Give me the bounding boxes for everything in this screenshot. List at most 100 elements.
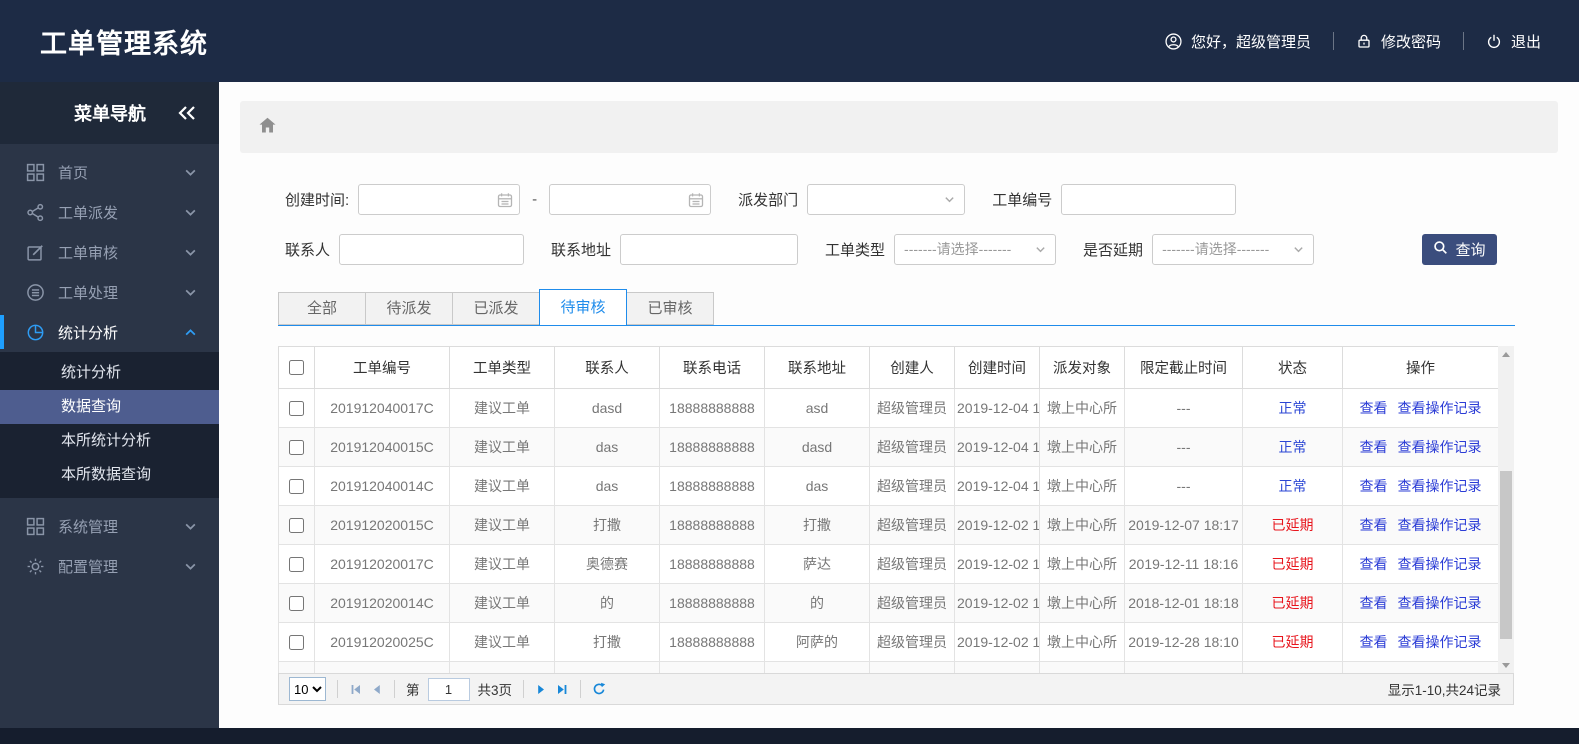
chevron-down-icon	[184, 246, 197, 259]
sidebar-item-4[interactable]: 统计分析	[0, 312, 219, 352]
view-link[interactable]: 查看	[1360, 478, 1388, 494]
view-link[interactable]: 查看	[1360, 634, 1388, 650]
cell-target: 墩上中心所	[1039, 388, 1125, 428]
sidebar-item-1[interactable]: 工单派发	[0, 192, 219, 232]
cell-order_no: 201912040017C	[314, 388, 450, 428]
page-prev-icon[interactable]	[370, 683, 383, 696]
row-checkbox[interactable]	[289, 440, 304, 456]
view-link[interactable]: 查看	[1360, 517, 1388, 533]
change-password-button[interactable]: 修改密码	[1356, 31, 1441, 52]
sidebar-subitem-1[interactable]: 数据查询	[0, 390, 219, 424]
view-log-link[interactable]: 查看操作记录	[1398, 634, 1482, 650]
cell-type: 建议工单	[449, 622, 555, 662]
order-no-label: 工单编号	[992, 191, 1053, 209]
create-time-end-field	[549, 183, 712, 215]
page-last-icon[interactable]	[556, 683, 569, 696]
cell-status: 已延期	[1242, 583, 1343, 623]
home-icon[interactable]	[258, 116, 277, 139]
sidebar-item-6[interactable]: 配置管理	[0, 546, 219, 586]
cell-address: das	[764, 466, 870, 506]
logout-button[interactable]: 退出	[1486, 31, 1541, 52]
tab-0[interactable]: 全部	[278, 292, 366, 325]
create-time-end-input[interactable]	[549, 183, 712, 215]
cell-status: 正常	[1242, 388, 1343, 428]
cell-address: 阿萨的	[764, 622, 870, 662]
sidebar-item-5[interactable]: 系统管理	[0, 506, 219, 546]
cell-phone: 18888888888	[659, 583, 765, 623]
cell-contact: 打撒	[554, 622, 660, 662]
cell-status: 已延期	[1242, 544, 1343, 584]
sidebar-item-0[interactable]: 首页	[0, 152, 219, 192]
row-checkbox[interactable]	[289, 401, 304, 417]
order-no-input[interactable]	[1061, 183, 1237, 215]
cell-target: 墩上中心所	[1039, 466, 1125, 506]
address-input[interactable]	[620, 233, 799, 265]
view-log-link[interactable]: 查看操作记录	[1398, 478, 1482, 494]
row-checkbox[interactable]	[289, 518, 304, 534]
date-range-separator: -	[532, 190, 538, 208]
header-actions: 您好，超级管理员 修改密码 退出	[1165, 31, 1541, 52]
sidebar-subitem-0[interactable]: 统计分析	[0, 356, 219, 390]
view-link[interactable]: 查看	[1360, 439, 1388, 455]
select-all-checkbox[interactable]	[289, 360, 304, 376]
column-header-0: 工单编号	[314, 346, 450, 389]
cell-target: 墩上中心所	[1039, 583, 1125, 623]
delay-select[interactable]: -------请选择-------	[1152, 233, 1315, 265]
column-header-2: 联系人	[554, 346, 660, 389]
status-badge: 正常	[1278, 478, 1307, 494]
view-link[interactable]: 查看	[1360, 595, 1388, 611]
create-time-start-input[interactable]	[358, 183, 521, 215]
contact-input[interactable]	[339, 233, 525, 265]
status-badge: 正常	[1278, 439, 1307, 455]
view-link[interactable]: 查看	[1360, 556, 1388, 572]
view-log-link[interactable]: 查看操作记录	[1398, 556, 1482, 572]
vertical-scrollbar[interactable]	[1498, 346, 1514, 673]
main-content: 创建时间: - 派发部门 工单编号 联系人 联系地址 工单类型 -------请…	[219, 82, 1579, 728]
user-greeting[interactable]: 您好，超级管理员	[1165, 31, 1311, 52]
scroll-up-icon[interactable]	[1498, 346, 1514, 362]
pager-divider	[580, 680, 582, 698]
scrollbar-thumb[interactable]	[1500, 471, 1512, 639]
cell-contact: das	[554, 427, 660, 467]
refresh-icon[interactable]	[592, 682, 606, 696]
sidebar-subitem-2[interactable]: 本所统计分析	[0, 424, 219, 458]
tab-3[interactable]: 待审核	[539, 289, 627, 326]
cell-address: 萨达	[764, 544, 870, 584]
tab-4[interactable]: 已审核	[626, 292, 714, 325]
page-next-icon[interactable]	[535, 683, 548, 696]
tab-1[interactable]: 待派发	[365, 292, 453, 325]
column-header-4: 联系地址	[764, 346, 870, 389]
sidebar-subitem-3[interactable]: 本所数据查询	[0, 458, 219, 492]
cell-created: 2019-12-04 15	[954, 466, 1040, 506]
column-header-3: 联系电话	[659, 346, 765, 389]
page-size-select[interactable]: 10	[289, 677, 326, 701]
page-first-icon[interactable]	[349, 683, 362, 696]
status-tabs: 全部 待派发 已派发 待审核 已审核	[278, 289, 1515, 326]
records-summary: 显示1-10,共24记录	[1387, 683, 1501, 698]
search-button[interactable]: 查询	[1422, 234, 1497, 265]
tab-2[interactable]: 已派发	[452, 292, 540, 325]
dispatch-dept-select[interactable]	[807, 183, 966, 215]
breadcrumb	[240, 101, 1558, 153]
view-log-link[interactable]: 查看操作记录	[1398, 517, 1482, 533]
collapse-sidebar-icon[interactable]	[177, 105, 197, 121]
order-type-select[interactable]: -------请选择-------	[894, 233, 1057, 265]
view-log-link[interactable]: 查看操作记录	[1398, 595, 1482, 611]
cell-address: 的	[764, 583, 870, 623]
view-log-link[interactable]: 查看操作记录	[1398, 400, 1482, 416]
row-checkbox[interactable]	[289, 635, 304, 651]
current-page-input[interactable]	[427, 677, 470, 701]
table-zone: 工单编号 工单类型 联系人 联系电话 联系地址 创建人 创建时间 派发对象 限定截止时间 状态 操作…	[278, 346, 1579, 673]
scroll-down-icon[interactable]	[1498, 657, 1514, 673]
edit-icon	[25, 242, 45, 262]
view-link[interactable]: 查看	[1360, 400, 1388, 416]
cell-actions: 查看 查看操作记录	[1342, 622, 1498, 662]
total-pages-label: 共3页	[477, 683, 513, 698]
row-checkbox[interactable]	[289, 479, 304, 495]
view-log-link[interactable]: 查看操作记录	[1398, 439, 1482, 455]
header-divider	[1462, 32, 1464, 50]
row-checkbox[interactable]	[289, 596, 304, 612]
sidebar-item-3[interactable]: 工单处理	[0, 272, 219, 312]
row-checkbox[interactable]	[289, 557, 304, 573]
sidebar-item-2[interactable]: 工单审核	[0, 232, 219, 272]
